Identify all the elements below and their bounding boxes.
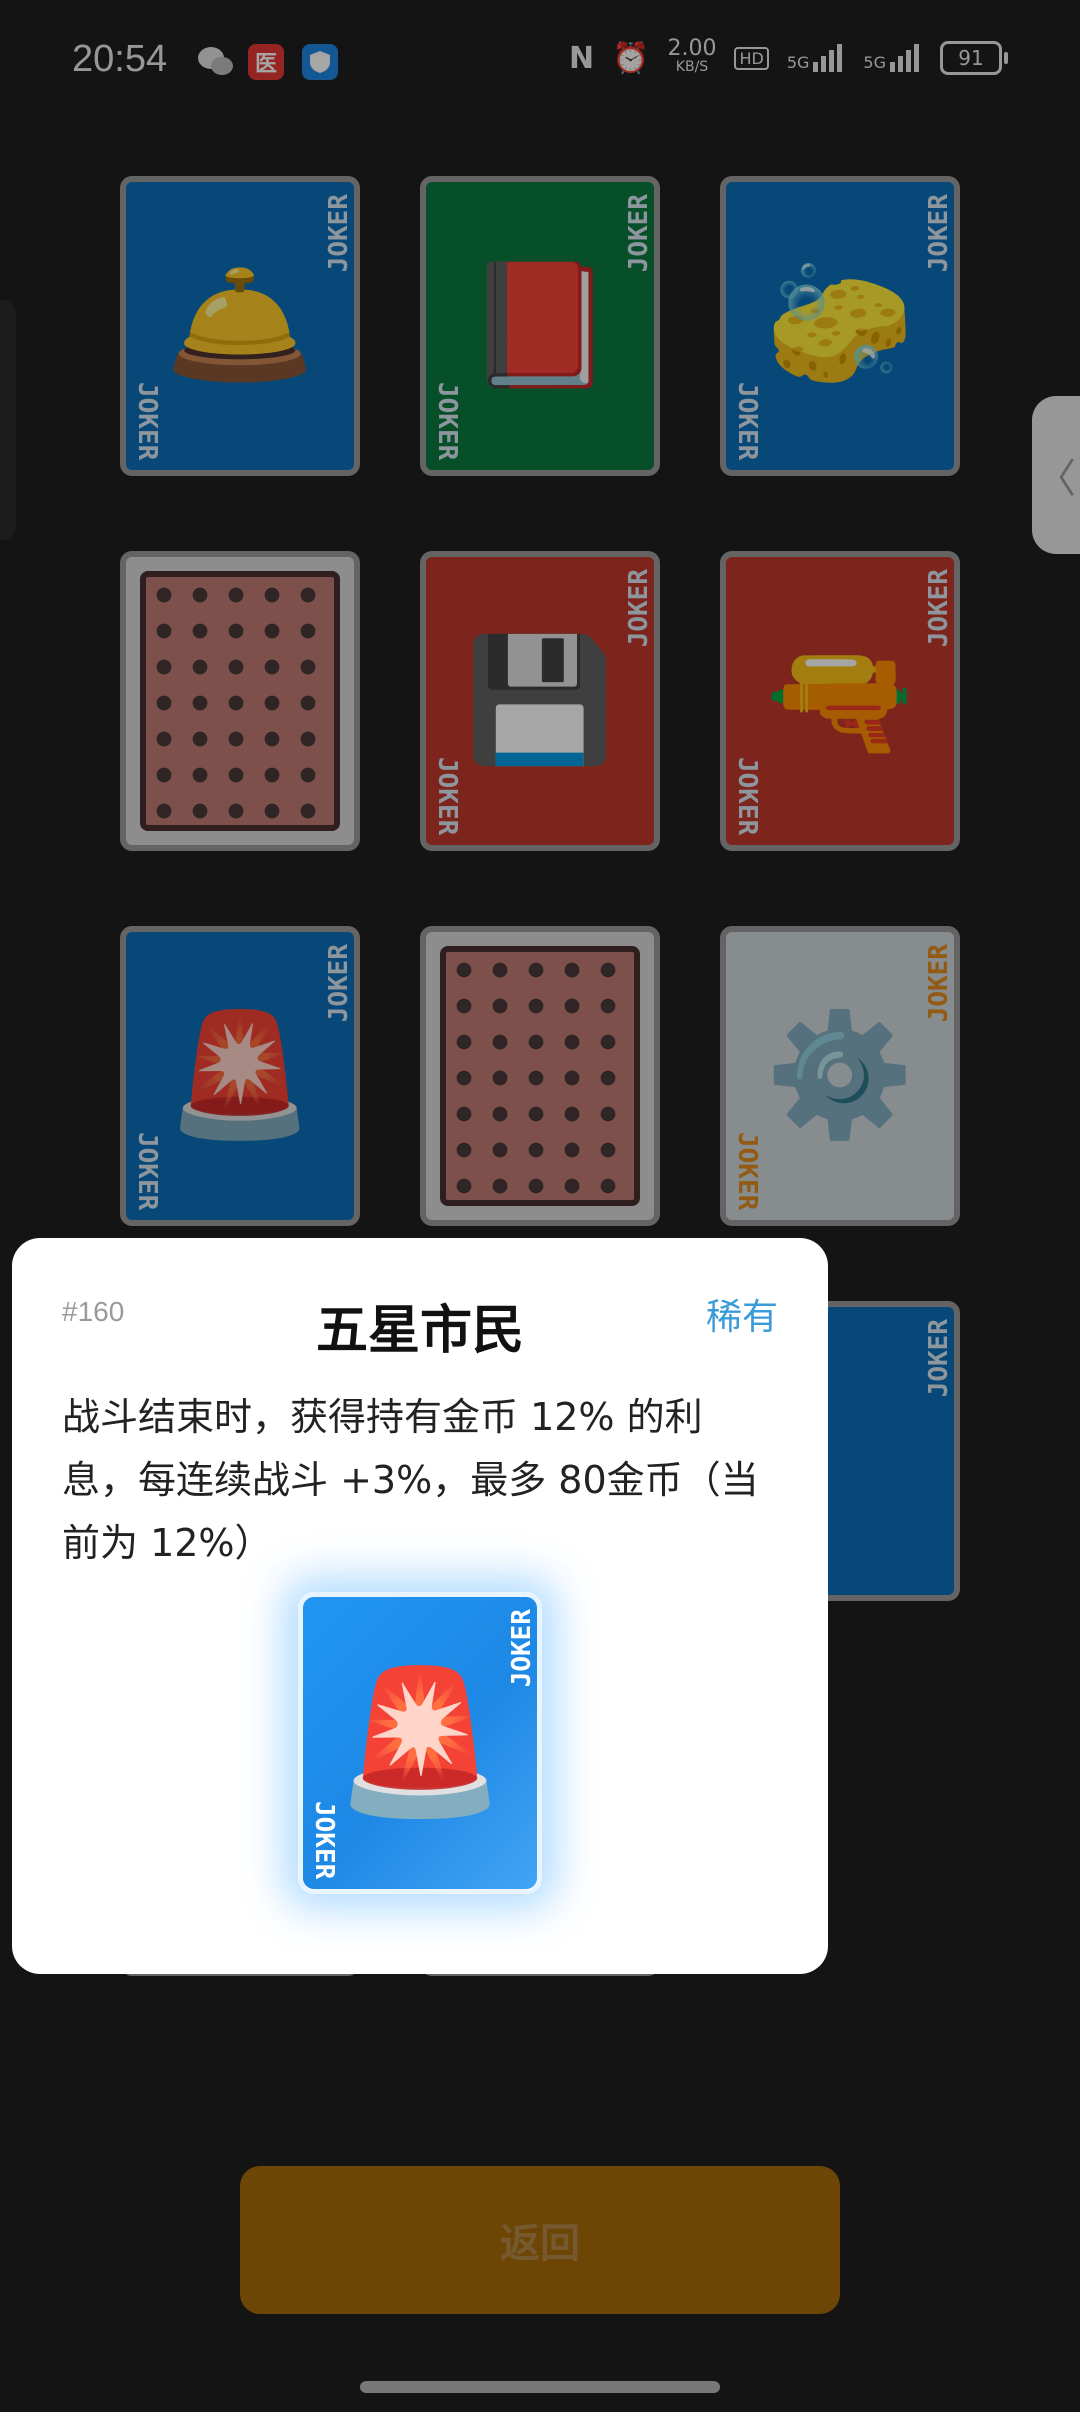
card-preview: JOKER 🚨 JOKER [298, 1592, 542, 1894]
modal-overlay[interactable] [0, 0, 1080, 2412]
siren-icon: 🚨 [332, 1661, 508, 1824]
rarity-label: 稀有 [705, 1297, 778, 1338]
card-description: 战斗结束时，获得持有金币 12% 的利息，每连续战斗 +3%，最多 80金币（当… [62, 1395, 759, 1565]
card-detail-dialog: #160 五星市民 稀有 战斗结束时，获得持有金币 12% 的利息，每连续战斗 … [12, 1238, 828, 1974]
joker-label-bottom: JOKER [309, 1800, 339, 1879]
joker-label-top: JOKER [507, 1609, 537, 1688]
